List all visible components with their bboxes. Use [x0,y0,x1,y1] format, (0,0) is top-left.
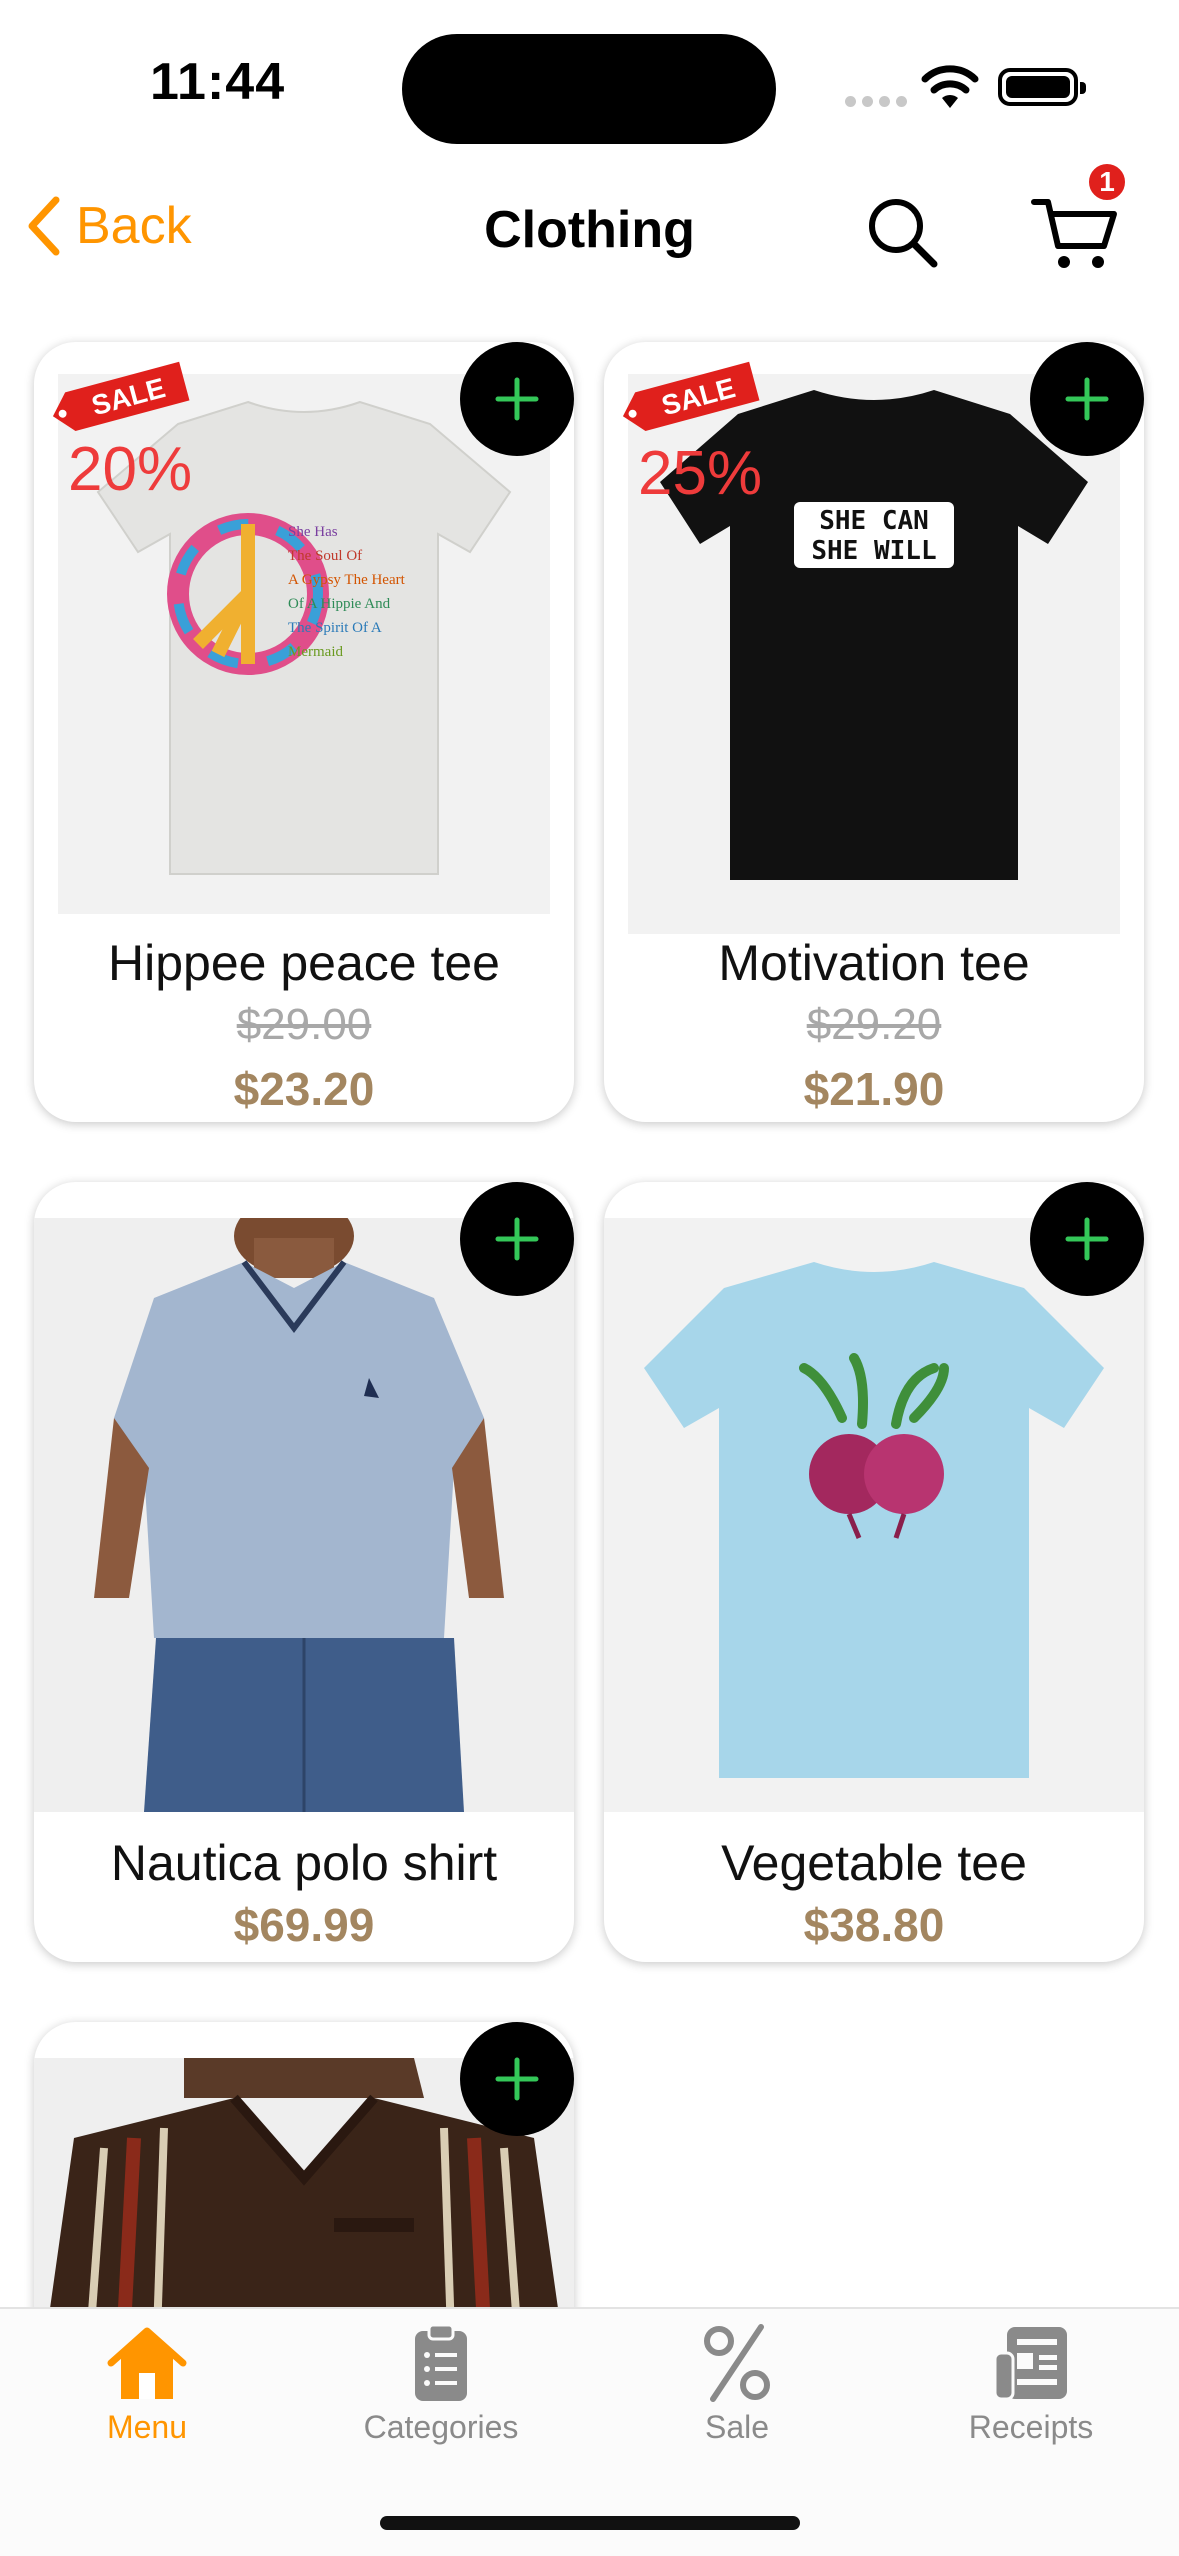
tab-sale[interactable]: Sale [627,2323,847,2446]
search-icon[interactable] [862,192,942,272]
product-name: Hippee peace tee [108,935,500,991]
receipt-icon [993,2327,1067,2401]
product-card-hippee-peace-tee[interactable]: She Has The Soul Of A Gypsy The Heart Of… [34,342,574,1122]
add-to-cart-button[interactable] [1030,1182,1144,1296]
shirt-text-line: Mermaid [288,644,343,660]
product-price: $38.80 [803,1899,945,1951]
product-price: $69.99 [233,1899,375,1951]
tab-label: Receipts [968,2409,1094,2445]
shirt-text-line: The Soul Of [288,548,362,564]
sale-tag-icon: SALE [622,361,760,431]
product-name: Motivation tee [718,935,1030,991]
shirt-text-line: A Gypsy The Heart [288,572,406,588]
shirt-text-line: SHE CAN [819,506,929,536]
home-icon [107,2327,187,2399]
shirt-text-line: Of A Hippie And [288,596,391,612]
add-to-cart-button[interactable] [460,2022,574,2136]
plus-icon [1065,1217,1109,1261]
cart-count-badge: 1 [1085,160,1129,204]
shirt-text-line: She Has [288,524,338,540]
battery-icon [998,68,1086,106]
cellular-signal-icon [845,96,907,107]
plus-icon [1065,377,1109,421]
product-image [604,1218,1144,1812]
plus-icon [495,2057,539,2101]
product-image [34,1196,574,1812]
sale-tag-icon: SALE [52,361,190,431]
navigation-bar: Back Clothing [0,170,1179,290]
plus-icon [495,1217,539,1261]
plus-icon [495,377,539,421]
clipboard-icon [415,2323,467,2401]
product-price: $21.90 [803,1063,945,1115]
home-indicator [380,2516,800,2530]
add-to-cart-button[interactable] [460,1182,574,1296]
tab-label: Categories [363,2409,519,2445]
product-name: Nautica polo shirt [110,1835,498,1891]
add-to-cart-button[interactable] [1030,342,1144,456]
cart-icon[interactable] [1030,192,1120,272]
status-time: 11:44 [150,53,286,111]
product-card-nautica-polo-shirt[interactable]: Nautica polo shirt $69.99 [34,1182,574,1962]
dynamic-island [402,34,776,144]
tab-label: Sale [704,2409,770,2445]
product-old-price: $29.20 [806,1000,942,1049]
add-to-cart-button[interactable] [460,342,574,456]
tab-categories[interactable]: Categories [331,2323,551,2446]
product-card-vegetable-tee[interactable]: Vegetable tee $38.80 [604,1182,1144,1962]
percent-icon [704,2324,770,2402]
product-old-price: $29.00 [236,1000,372,1049]
wifi-icon [921,65,979,108]
status-bar: 11:44 [0,0,1179,170]
tab-menu[interactable]: Menu [37,2323,257,2446]
product-price: $23.20 [233,1063,375,1115]
product-card-motivation-tee[interactable]: SHE CAN SHE WILL SALE 25% Motivation tee… [604,342,1144,1122]
discount-label: 25% [638,439,763,508]
product-name: Vegetable tee [721,1835,1027,1891]
discount-label: 20% [68,435,193,504]
shirt-text-line: The Spirit Of A [288,620,382,636]
page-title: Clothing [484,201,695,259]
tab-label: Menu [106,2409,188,2445]
shirt-text-line: SHE WILL [811,536,936,566]
tab-receipts[interactable]: Receipts [921,2323,1141,2446]
